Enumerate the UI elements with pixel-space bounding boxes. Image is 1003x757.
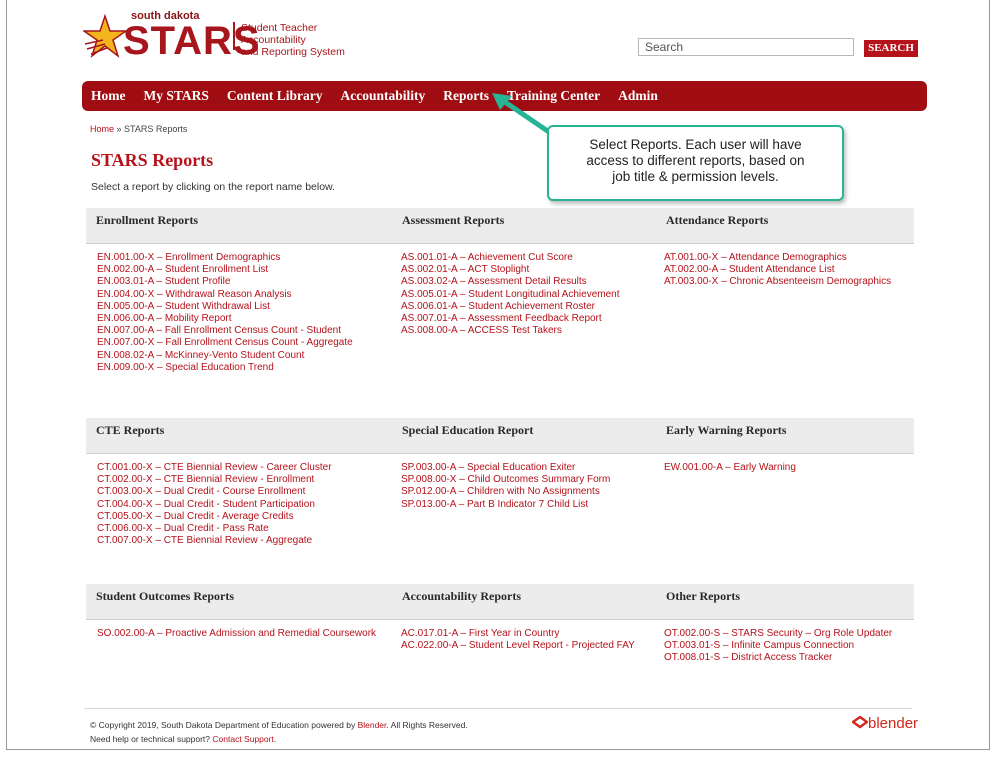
report-link[interactable]: CT.003.00-X – Dual Credit - Course Enrol… <box>97 486 332 498</box>
report-link[interactable]: AS.003.02-A – Assessment Detail Results <box>401 276 620 288</box>
report-link[interactable]: OT.008.01-S – District Access Tracker <box>664 652 892 664</box>
section-enrollment-header: Enrollment Reports <box>86 208 392 244</box>
breadcrumb: Home » STARS Reports <box>90 124 187 134</box>
nav-home[interactable]: Home <box>91 88 126 104</box>
callout-line1: Select Reports. Each user will have <box>589 137 802 152</box>
copyright-text: © Copyright 2019, South Dakota Departmen… <box>90 720 358 730</box>
report-link[interactable]: CT.005.00-X – Dual Credit - Average Cred… <box>97 511 332 523</box>
search-input[interactable] <box>638 38 854 56</box>
blender-logo-text: blender <box>868 715 919 732</box>
report-link[interactable]: EN.007.00-X – Fall Enrollment Census Cou… <box>97 337 353 349</box>
help-suffix: . <box>273 734 277 744</box>
nav-admin[interactable]: Admin <box>618 88 658 104</box>
report-link[interactable]: AS.005.01-A – Student Longitudinal Achie… <box>401 289 620 301</box>
report-link[interactable]: EN.007.00-A – Fall Enrollment Census Cou… <box>97 325 353 337</box>
section-early-warning-header: Early Warning Reports <box>656 418 914 454</box>
report-link[interactable]: EN.001.00-X – Enrollment Demographics <box>97 252 353 264</box>
logo-subtitle: Student Teacher Accountability and Repor… <box>233 22 383 58</box>
nav-accountability[interactable]: Accountability <box>341 88 426 104</box>
report-link[interactable]: AS.006.01-A – Student Achievement Roster <box>401 301 620 313</box>
nav-content-library[interactable]: Content Library <box>227 88 323 104</box>
report-link[interactable]: SP.003.00-A – Special Education Exiter <box>401 462 610 474</box>
footer-divider <box>84 708 912 709</box>
callout-line3: job title & permission levels. <box>612 169 779 184</box>
blender-logo[interactable]: blender <box>850 715 919 732</box>
report-link[interactable]: SO.002.00-A – Proactive Admission and Re… <box>97 628 376 640</box>
report-link[interactable]: EW.001.00-A – Early Warning <box>664 462 796 474</box>
early-warning-report-list: EW.001.00-A – Early Warning <box>664 462 796 474</box>
reports-callout: Select Reports. Each user will have acce… <box>547 125 844 201</box>
footer-copyright: © Copyright 2019, South Dakota Departmen… <box>90 718 468 732</box>
report-link[interactable]: CT.006.00-X – Dual Credit - Pass Rate <box>97 523 332 535</box>
copyright-suffix: . All Rights Reserved. <box>386 720 468 730</box>
report-link[interactable]: CT.007.00-X – CTE Biennial Review - Aggr… <box>97 535 332 547</box>
report-link[interactable]: AC.017.01-A – First Year in Country <box>401 628 635 640</box>
section-other-header: Other Reports <box>656 584 914 620</box>
report-link[interactable]: AT.001.00-X – Attendance Demographics <box>664 252 891 264</box>
report-link[interactable]: AT.003.00-X – Chronic Absenteeism Demogr… <box>664 276 891 288</box>
attendance-report-list: AT.001.00-X – Attendance Demographics AT… <box>664 252 891 289</box>
blender-link[interactable]: Blender <box>358 720 387 730</box>
report-link[interactable]: SP.012.00-A – Children with No Assignmen… <box>401 486 610 498</box>
special-education-report-list: SP.003.00-A – Special Education Exiter S… <box>401 462 610 511</box>
footer: © Copyright 2019, South Dakota Departmen… <box>90 718 468 746</box>
report-link[interactable]: EN.006.00-A – Mobility Report <box>97 313 353 325</box>
section-accountability-header: Accountability Reports <box>392 584 656 620</box>
assessment-report-list: AS.001.01-A – Achievement Cut Score AS.0… <box>401 252 620 337</box>
logo-subtitle-line2: and Reporting System <box>241 46 345 58</box>
report-link[interactable]: AS.002.01-A – ACT Stoplight <box>401 264 620 276</box>
accountability-report-list: AC.017.01-A – First Year in Country AC.0… <box>401 628 635 652</box>
other-report-list: OT.002.00-S – STARS Security – Org Role … <box>664 628 892 665</box>
nav-reports[interactable]: Reports <box>443 88 489 104</box>
section-attendance-header: Attendance Reports <box>656 208 914 244</box>
intro-text: Select a report by clicking on the repor… <box>91 181 335 193</box>
report-link[interactable]: EN.008.02-A – McKinney-Vento Student Cou… <box>97 350 353 362</box>
section-assessment-header: Assessment Reports <box>392 208 656 244</box>
report-link[interactable]: AT.002.00-A – Student Attendance List <box>664 264 891 276</box>
report-link[interactable]: EN.002.00-A – Student Enrollment List <box>97 264 353 276</box>
report-link[interactable]: CT.001.00-X – CTE Biennial Review - Care… <box>97 462 332 474</box>
student-outcomes-report-list: SO.002.00-A – Proactive Admission and Re… <box>97 628 376 640</box>
report-link[interactable]: SP.008.00-X – Child Outcomes Summary For… <box>401 474 610 486</box>
search-button[interactable]: SEARCH <box>864 40 918 57</box>
blender-mark-icon <box>850 715 870 729</box>
section-special-education-header: Special Education Report <box>392 418 656 454</box>
report-link[interactable]: AS.001.01-A – Achievement Cut Score <box>401 252 620 264</box>
report-link[interactable]: AS.008.00-A – ACCESS Test Takers <box>401 325 620 337</box>
report-link[interactable]: SP.013.00-A – Part B Indicator 7 Child L… <box>401 499 610 511</box>
section-student-outcomes-header: Student Outcomes Reports <box>86 584 392 620</box>
nav-my-stars[interactable]: My STARS <box>144 88 209 104</box>
enrollment-report-list: EN.001.00-X – Enrollment Demographics EN… <box>97 252 353 374</box>
footer-help: Need help or technical support? Contact … <box>90 732 468 746</box>
breadcrumb-current: STARS Reports <box>124 124 188 134</box>
logo-subtitle-line1: Student Teacher Accountability <box>241 22 318 46</box>
stars-logo[interactable]: south dakota STARS Student Teacher Accou… <box>83 8 383 63</box>
report-link[interactable]: AC.022.00-A – Student Level Report - Pro… <box>401 640 635 652</box>
report-link[interactable]: OT.002.00-S – STARS Security – Org Role … <box>664 628 892 640</box>
contact-support-link[interactable]: Contact Support <box>212 734 273 744</box>
report-link[interactable]: OT.003.01-S – Infinite Campus Connection <box>664 640 892 652</box>
breadcrumb-home[interactable]: Home <box>90 124 114 134</box>
help-text: Need help or technical support? <box>90 734 213 744</box>
report-link[interactable]: EN.003.01-A – Student Profile <box>97 276 353 288</box>
cte-report-list: CT.001.00-X – CTE Biennial Review - Care… <box>97 462 332 547</box>
breadcrumb-separator: » <box>114 124 125 134</box>
section-cte-header: CTE Reports <box>86 418 392 454</box>
report-link[interactable]: EN.004.00-X – Withdrawal Reason Analysis <box>97 289 353 301</box>
report-link[interactable]: CT.004.00-X – Dual Credit - Student Part… <box>97 499 332 511</box>
report-link[interactable]: AS.007.01-A – Assessment Feedback Report <box>401 313 620 325</box>
report-link[interactable]: EN.009.00-X – Special Education Trend <box>97 362 353 374</box>
page-title: STARS Reports <box>91 150 214 170</box>
callout-line2: access to different reports, based on <box>586 153 805 168</box>
report-link[interactable]: CT.002.00-X – CTE Biennial Review - Enro… <box>97 474 332 486</box>
report-link[interactable]: EN.005.00-A – Student Withdrawal List <box>97 301 353 313</box>
